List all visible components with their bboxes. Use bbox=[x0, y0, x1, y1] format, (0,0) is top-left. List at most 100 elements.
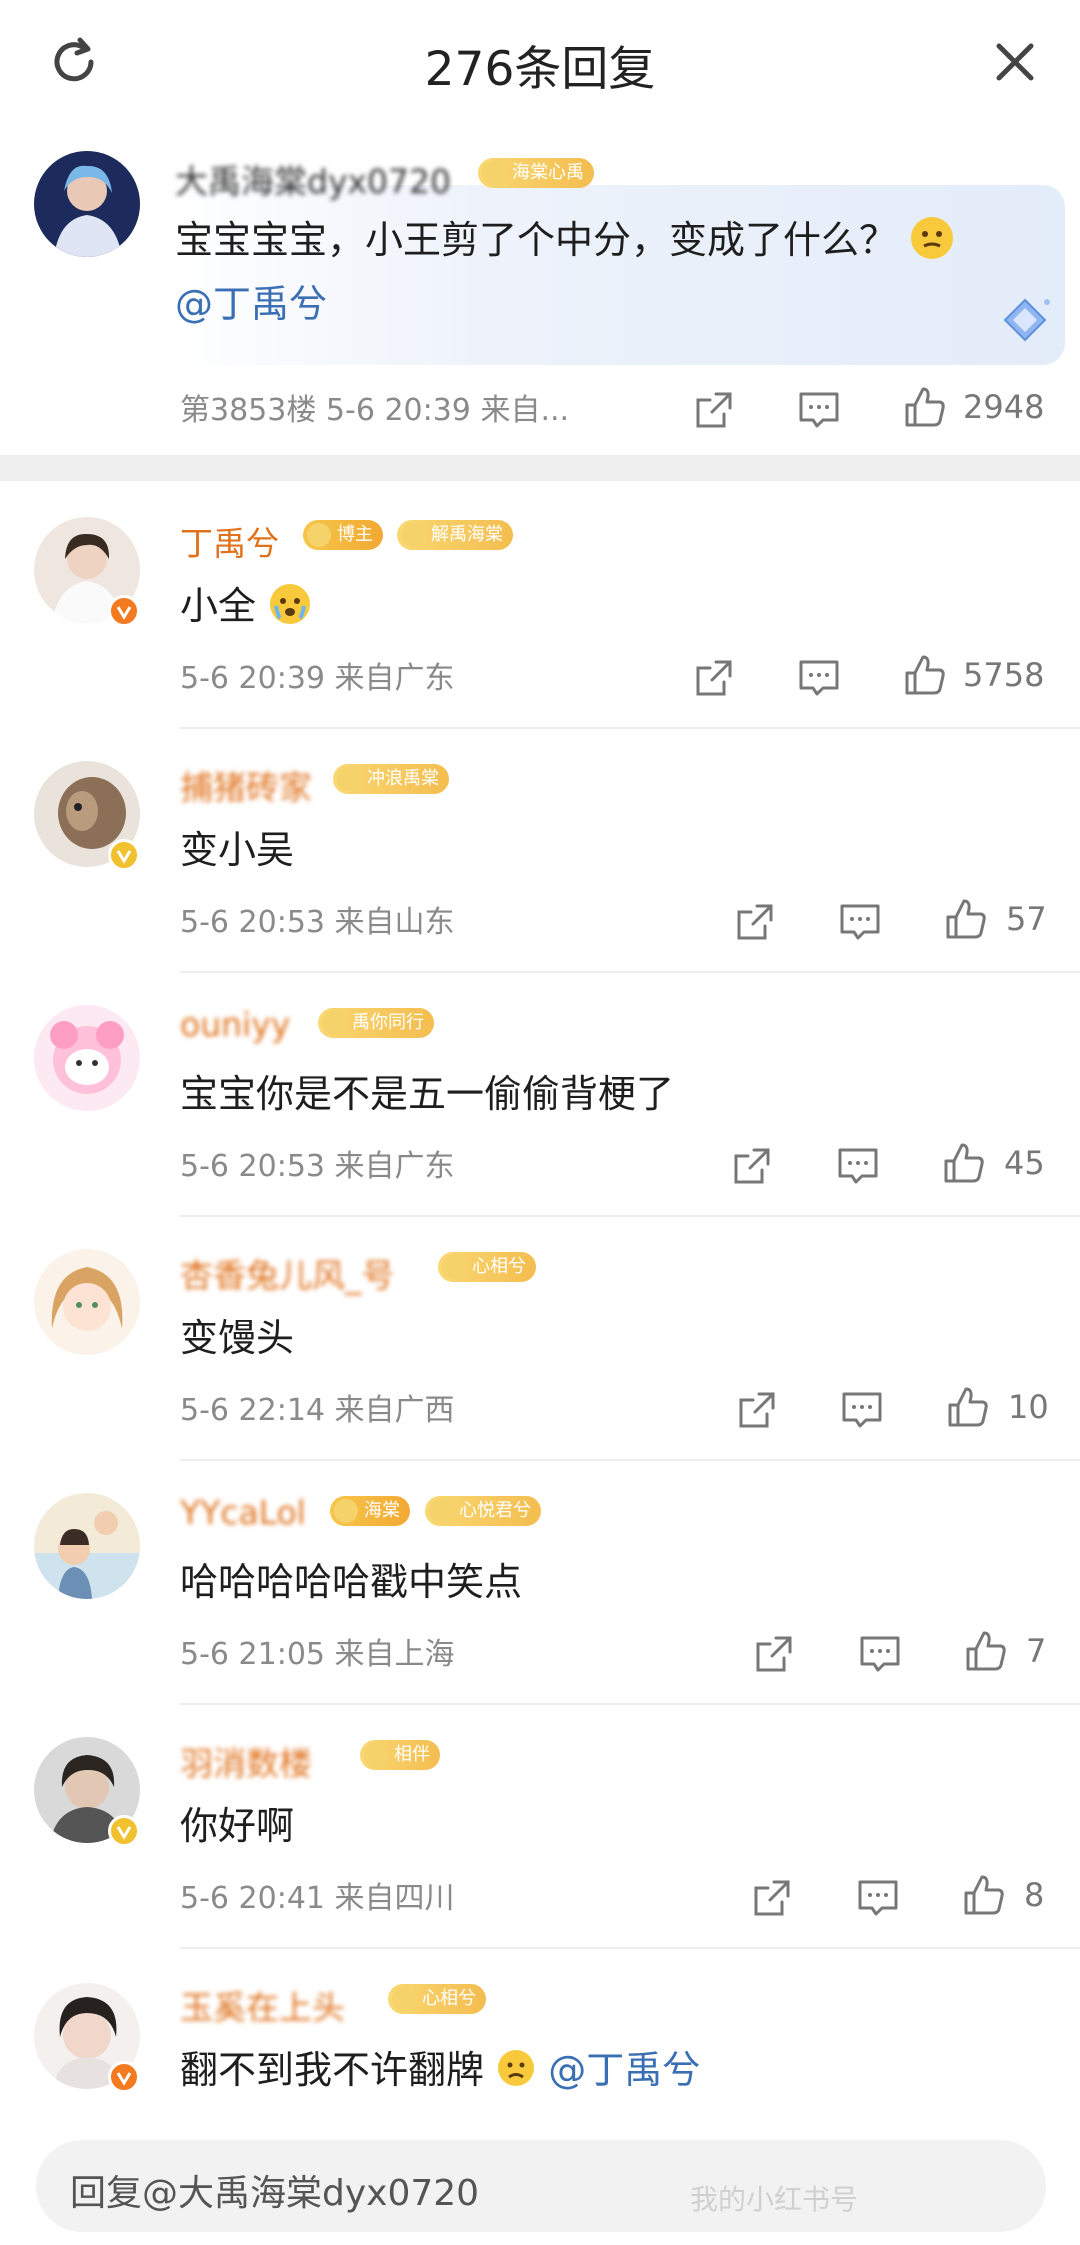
section-divider bbox=[0, 455, 1080, 481]
username[interactable]: 羽消数楼 bbox=[180, 1737, 312, 1785]
original-comment: 大禹海棠dyx0720 海棠心禹 宝宝宝宝，小王剪了个中分，变成了什么？ @丁禹… bbox=[0, 125, 1080, 455]
share-icon[interactable] bbox=[750, 1876, 794, 1920]
diamond-decoration-icon bbox=[995, 290, 1055, 350]
reply-item: 捕猪砖家 冲浪禹棠 变小吴 5-6 20:53 来自山东 57 bbox=[0, 729, 1080, 973]
comment-meta: 5-6 22:14 来自广西 bbox=[180, 1393, 455, 1428]
thumbs-up-icon[interactable] bbox=[946, 1385, 990, 1429]
share-icon[interactable] bbox=[692, 388, 736, 432]
badge-icon bbox=[401, 523, 425, 547]
comment-text: 翻不到我不许翻牌 @丁禹兮 bbox=[180, 2039, 700, 2097]
verified-badge-icon bbox=[108, 1815, 140, 1847]
fan-badge: 心相兮 bbox=[388, 1984, 486, 2014]
reply-input-placeholder: 回复@大禹海棠dyx0720 bbox=[70, 2173, 480, 2214]
username[interactable]: 捕猪砖家 bbox=[180, 761, 312, 809]
comment-text: 哈哈哈哈哈戳中笑点 bbox=[180, 1560, 523, 1604]
verified-badge-icon bbox=[108, 595, 140, 627]
badge-icon bbox=[429, 1499, 453, 1523]
fan-badge: 相伴 bbox=[360, 1740, 440, 1770]
comment-icon[interactable] bbox=[856, 1876, 900, 1920]
reply-input[interactable]: 回复@大禹海棠dyx0720 bbox=[36, 2140, 1046, 2232]
mention-link[interactable]: @丁禹兮 bbox=[175, 273, 327, 328]
like-count: 2948 bbox=[963, 388, 1045, 426]
comment-meta: 第3853楼 5-6 20:39 来自... bbox=[180, 393, 570, 428]
fan-badge: 海棠心禹 bbox=[478, 158, 594, 188]
comment-text: 宝宝宝宝，小王剪了个中分，变成了什么？ bbox=[175, 209, 955, 270]
like-count: 10 bbox=[1008, 1388, 1049, 1426]
comment-meta: 5-6 21:05 来自上海 bbox=[180, 1637, 455, 1672]
comment-icon[interactable] bbox=[836, 1144, 880, 1188]
verified-badge-icon bbox=[108, 2061, 140, 2093]
like-count: 7 bbox=[1026, 1632, 1047, 1670]
share-icon[interactable] bbox=[752, 1632, 796, 1676]
avatar[interactable] bbox=[34, 1249, 140, 1355]
fan-badge: 海棠 bbox=[330, 1496, 410, 1526]
fan-badge: 冲浪禹棠 bbox=[333, 764, 449, 794]
comment-text: 小全 bbox=[180, 575, 312, 635]
username[interactable]: 玉奚在上头 bbox=[180, 1981, 345, 2029]
mention-link[interactable]: @丁禹兮 bbox=[548, 2048, 700, 2092]
fan-badge: 心相兮 bbox=[438, 1252, 536, 1282]
username[interactable]: 杏香兔儿风_号 bbox=[180, 1249, 395, 1297]
avatar[interactable] bbox=[34, 1005, 140, 1111]
badge-icon bbox=[307, 523, 331, 547]
blogger-badge: 博主 bbox=[303, 520, 383, 550]
comment-meta: 5-6 20:53 来自山东 bbox=[180, 905, 455, 940]
thumbs-up-icon[interactable] bbox=[903, 385, 947, 429]
comment-meta: 5-6 20:39 来自广东 bbox=[180, 661, 455, 696]
page-title: 276条回复 bbox=[424, 42, 656, 97]
badge-icon bbox=[337, 767, 361, 791]
reply-item: 玉奚在上头 心相兮 翻不到我不许翻牌 @丁禹兮 bbox=[0, 1949, 1080, 2129]
like-count: 45 bbox=[1004, 1144, 1045, 1182]
top-bar: 276条回复 bbox=[0, 0, 1080, 125]
username[interactable]: 丁禹兮 bbox=[180, 517, 279, 565]
fan-badge: 禹你同行 bbox=[318, 1008, 434, 1038]
thumbs-up-icon[interactable] bbox=[964, 1629, 1008, 1673]
reply-item: ouniyy 禹你同行 宝宝你是不是五一偷偷背梗了 5-6 20:53 来自广东… bbox=[0, 973, 1080, 1217]
crying-emoji-icon bbox=[268, 582, 312, 635]
like-count: 5758 bbox=[963, 656, 1045, 694]
username[interactable]: YYcaLol bbox=[180, 1493, 306, 1532]
watermark: 我的小红书号 bbox=[690, 2183, 859, 2216]
sad-emoji-icon bbox=[496, 2048, 536, 2097]
comment-text: 你好啊 bbox=[180, 1804, 295, 1848]
avatar[interactable] bbox=[34, 151, 140, 257]
username[interactable]: ouniyy bbox=[180, 1005, 290, 1044]
thumbs-up-icon[interactable] bbox=[962, 1873, 1006, 1917]
badge-icon bbox=[322, 1011, 346, 1035]
comment-meta: 5-6 20:41 来自四川 bbox=[180, 1881, 455, 1916]
thinking-emoji-icon bbox=[909, 215, 955, 270]
thumbs-up-icon[interactable] bbox=[903, 653, 947, 697]
like-count: 8 bbox=[1024, 1876, 1045, 1914]
badge-icon bbox=[364, 1743, 388, 1767]
verified-badge-icon bbox=[108, 839, 140, 871]
like-count: 57 bbox=[1006, 900, 1047, 938]
comment-icon[interactable] bbox=[797, 388, 841, 432]
reply-item: 羽消数楼 相伴 你好啊 5-6 20:41 来自四川 8 bbox=[0, 1705, 1080, 1949]
thumbs-up-icon[interactable] bbox=[944, 897, 988, 941]
badge-icon bbox=[334, 1499, 358, 1523]
reply-item: 杏香兔儿风_号 心相兮 变馒头 5-6 22:14 来自广西 10 bbox=[0, 1217, 1080, 1461]
thumbs-up-icon[interactable] bbox=[942, 1141, 986, 1185]
avatar[interactable] bbox=[34, 1493, 140, 1599]
share-icon[interactable] bbox=[735, 1388, 779, 1432]
share-icon[interactable] bbox=[692, 656, 736, 700]
reply-item: 丁禹兮 博主 解禹海棠 小全 5-6 20:39 来自广东 5758 bbox=[0, 485, 1080, 729]
username[interactable]: 大禹海棠dyx0720 bbox=[175, 155, 451, 203]
badge-icon bbox=[482, 161, 506, 185]
comment-text: 变小吴 bbox=[180, 828, 295, 872]
comment-icon[interactable] bbox=[838, 900, 882, 944]
comment-icon[interactable] bbox=[797, 656, 841, 700]
comment-text: 变馒头 bbox=[180, 1316, 295, 1360]
share-icon[interactable] bbox=[730, 1144, 774, 1188]
reply-item: YYcaLol 海棠 心悦君兮 哈哈哈哈哈戳中笑点 5-6 21:05 来自上海… bbox=[0, 1461, 1080, 1705]
badge-icon bbox=[442, 1255, 466, 1279]
share-icon[interactable] bbox=[733, 900, 777, 944]
fan-badge: 心悦君兮 bbox=[425, 1496, 541, 1526]
fan-badge: 解禹海棠 bbox=[397, 520, 513, 550]
badge-icon bbox=[392, 1987, 416, 2011]
comment-meta: 5-6 20:53 来自广东 bbox=[180, 1149, 455, 1184]
comment-text: 宝宝你是不是五一偷偷背梗了 bbox=[180, 1072, 675, 1116]
comment-icon[interactable] bbox=[840, 1388, 884, 1432]
comment-icon[interactable] bbox=[858, 1632, 902, 1676]
close-icon[interactable] bbox=[985, 32, 1045, 92]
